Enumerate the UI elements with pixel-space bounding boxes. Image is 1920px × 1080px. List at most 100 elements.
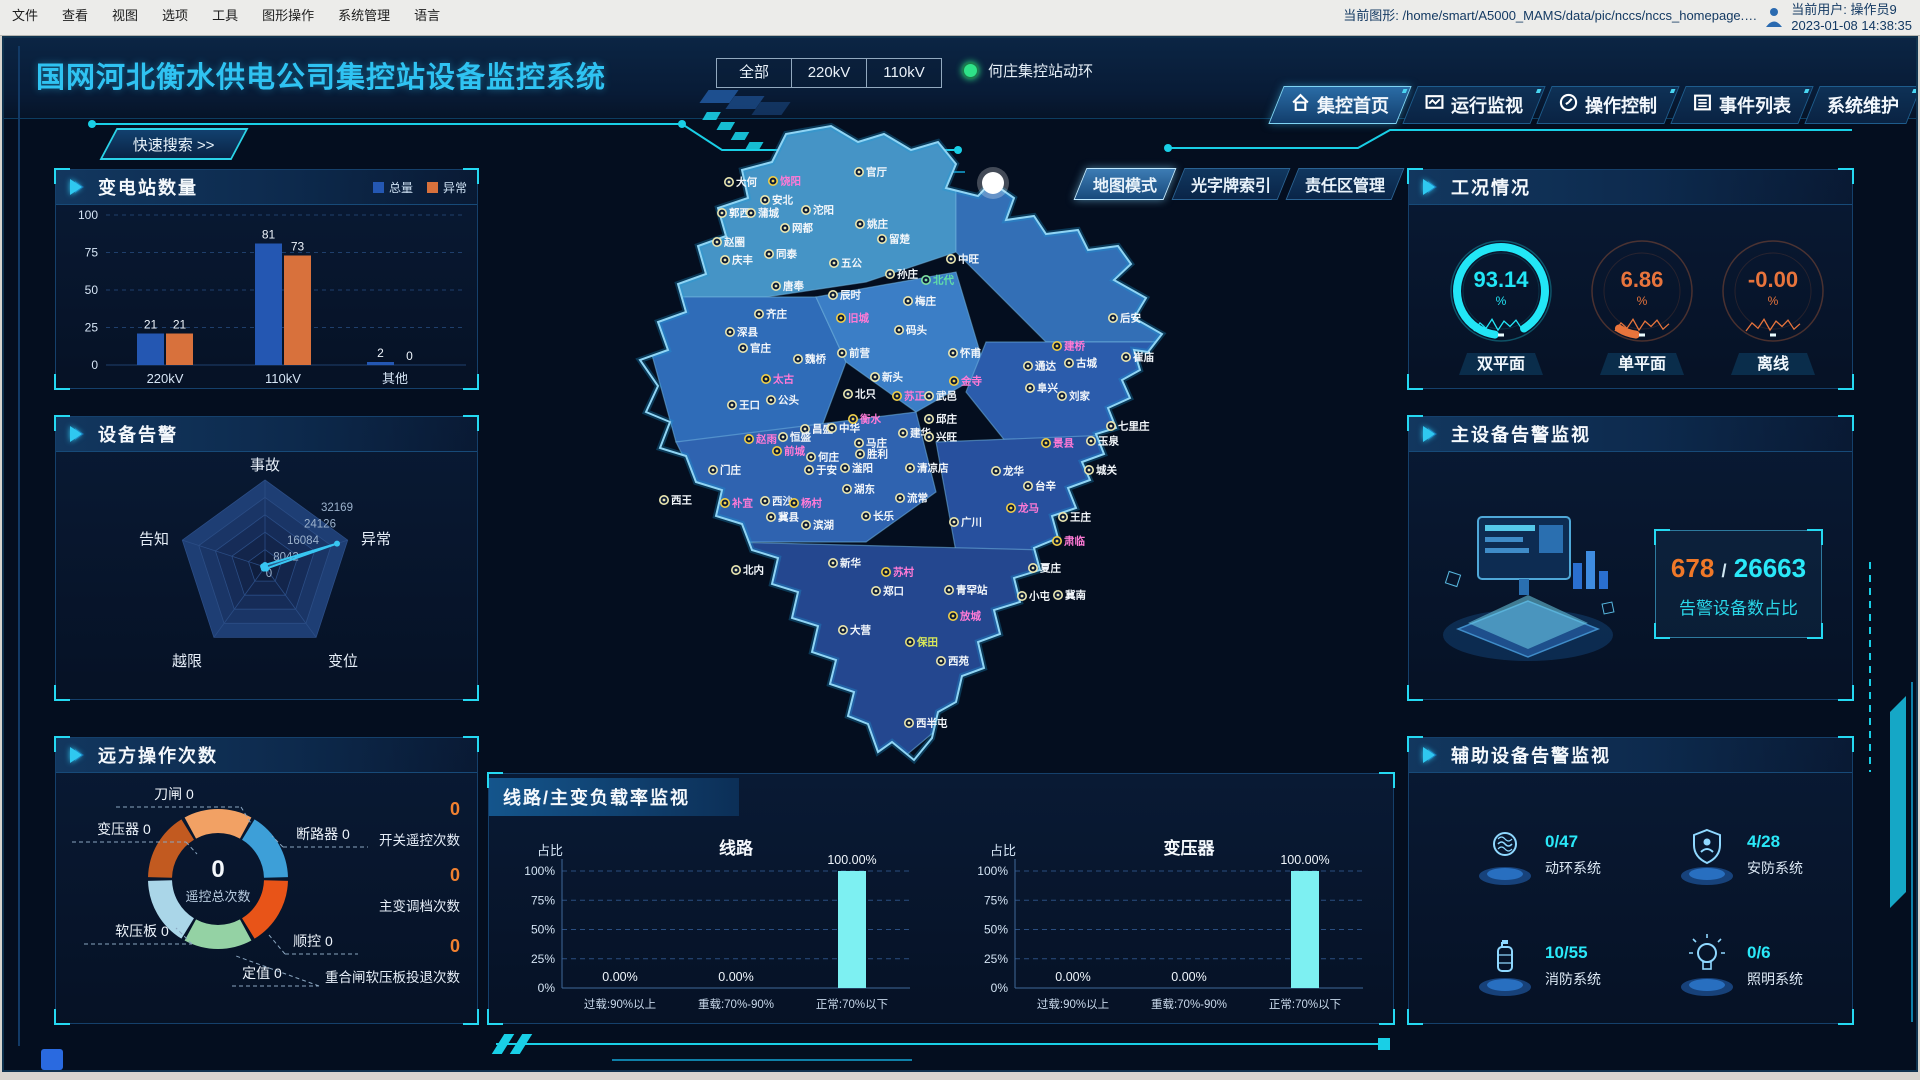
station-marker-网都[interactable]: 网都 (781, 222, 814, 235)
station-marker-玉泉[interactable]: 玉泉 (1087, 435, 1120, 448)
station-marker-西王[interactable]: 西王 (660, 495, 693, 507)
station-marker-武邑[interactable]: 武邑 (925, 390, 958, 403)
station-marker-郭西[interactable]: 郭西 (718, 207, 751, 220)
station-marker-郑口[interactable]: 郑口 (872, 585, 904, 598)
station-marker-冀县[interactable]: 冀县 (767, 511, 800, 524)
station-marker-北内[interactable]: 北内 (732, 564, 764, 577)
station-marker-同泰[interactable]: 同泰 (765, 248, 798, 261)
quick-search-button[interactable]: 快速搜索 >> (99, 128, 248, 160)
voltage-filter-110kV[interactable]: 110kV (866, 58, 942, 88)
station-marker-肃临[interactable]: 肃临 (1053, 535, 1086, 548)
station-marker-中华[interactable]: 中华 (828, 422, 861, 435)
station-marker-湖东[interactable]: 湖东 (843, 483, 876, 496)
station-marker-台辛[interactable]: 台辛 (1024, 480, 1057, 493)
voltage-filter-220kV[interactable]: 220kV (791, 58, 866, 88)
menu-item-系统管理[interactable]: 系统管理 (326, 0, 402, 29)
station-marker-怀甫[interactable]: 怀甫 (949, 347, 982, 360)
menu-item-查看[interactable]: 查看 (50, 0, 100, 29)
aux-item-动环系统[interactable]: 0/47动环系统 (1473, 818, 1653, 898)
station-marker-赵圈[interactable]: 赵圈 (713, 236, 745, 249)
station-marker-门庄[interactable]: 门庄 (709, 464, 742, 477)
station-marker-蒲城[interactable]: 蒲城 (747, 207, 780, 220)
station-marker-官厅[interactable]: 官厅 (855, 166, 888, 179)
station-marker-沱阳[interactable]: 沱阳 (802, 204, 834, 217)
station-marker-杨村[interactable]: 杨村 (790, 497, 823, 510)
station-marker-姚庄[interactable]: 姚庄 (856, 218, 889, 231)
station-marker-孙庄[interactable]: 孙庄 (886, 268, 919, 281)
menu-item-工具[interactable]: 工具 (200, 0, 250, 29)
station-marker-广川[interactable]: 广川 (950, 516, 982, 529)
station-marker-崔庙[interactable]: 崔庙 (1122, 351, 1155, 364)
station-marker-保田[interactable]: 保田 (906, 636, 938, 649)
station-marker-新华[interactable]: 新华 (829, 557, 862, 570)
station-marker-建桥[interactable]: 建桥 (1053, 340, 1086, 353)
station-marker-留楚[interactable]: 留楚 (878, 233, 911, 246)
station-marker-前城[interactable]: 前城 (773, 445, 806, 458)
menu-item-语言[interactable]: 语言 (402, 0, 452, 29)
station-marker-恒盛[interactable]: 恒盛 (779, 431, 812, 444)
station-marker-赵雨[interactable]: 赵雨 (745, 433, 778, 446)
station-marker-兴旺[interactable]: 兴旺 (925, 431, 958, 444)
station-marker-滨湖[interactable]: 滨湖 (802, 519, 834, 532)
station-marker-景县[interactable]: 景县 (1042, 437, 1075, 450)
station-marker-大何[interactable]: 大何 (725, 176, 758, 189)
station-marker-深县[interactable]: 深县 (726, 326, 759, 339)
station-marker-公头[interactable]: 公头 (767, 394, 800, 407)
station-marker-饶阳[interactable]: 饶阳 (769, 175, 801, 188)
station-marker-滏阳[interactable]: 滏阳 (841, 462, 873, 475)
menu-item-图形操作[interactable]: 图形操作 (250, 0, 326, 29)
station-marker-安北[interactable]: 安北 (761, 194, 794, 207)
station-marker-后安[interactable]: 后安 (1109, 312, 1142, 325)
station-marker-长乐[interactable]: 长乐 (862, 510, 895, 523)
station-marker-前营[interactable]: 前营 (838, 347, 871, 360)
station-marker-苏村[interactable]: 苏村 (882, 566, 915, 579)
aux-item-消防系统[interactable]: 10/55消防系统 (1473, 929, 1653, 1009)
station-marker-唐奉[interactable]: 唐奉 (772, 280, 805, 293)
station-marker-王口[interactable]: 王口 (728, 400, 760, 412)
aux-item-照明系统[interactable]: 0/6照明系统 (1675, 929, 1855, 1009)
station-marker-辰时[interactable]: 辰时 (829, 289, 862, 302)
station-marker-城关[interactable]: 城关 (1085, 464, 1118, 477)
taskbar-chip[interactable] (41, 1049, 63, 1070)
station-marker-古城[interactable]: 古城 (1065, 357, 1098, 370)
station-marker-小屯[interactable]: 小屯 (1018, 590, 1051, 603)
nav-tab-系统维护[interactable]: 系统维护 (1804, 86, 1918, 124)
nav-tab-操作控制[interactable]: 操作控制 (1536, 86, 1679, 124)
station-marker-大营[interactable]: 大营 (839, 624, 872, 637)
station-marker-补宜[interactable]: 补宜 (721, 497, 754, 510)
station-marker-中旺[interactable]: 中旺 (947, 253, 980, 266)
station-marker-西苑[interactable]: 西苑 (937, 655, 970, 668)
map-tab-地图模式[interactable]: 地图模式 (1074, 168, 1177, 200)
station-marker-新头[interactable]: 新头 (871, 371, 904, 384)
menu-item-视图[interactable]: 视图 (100, 0, 150, 29)
station-marker-五公[interactable]: 五公 (830, 258, 863, 270)
station-marker-冀南[interactable]: 冀南 (1054, 589, 1087, 602)
station-marker-刘家[interactable]: 刘家 (1058, 390, 1091, 403)
ring-station-indicator[interactable]: 何庄集控站动环 (962, 60, 1093, 81)
voltage-filter-全部[interactable]: 全部 (716, 58, 791, 88)
station-marker-龙华[interactable]: 龙华 (992, 465, 1025, 478)
map-tab-责任区管理[interactable]: 责任区管理 (1286, 168, 1405, 200)
station-marker-官庄[interactable]: 官庄 (739, 342, 772, 355)
station-marker-庆丰[interactable]: 庆丰 (721, 254, 754, 267)
nav-tab-运行监视[interactable]: 运行监视 (1402, 86, 1545, 124)
station-marker-梅庄[interactable]: 梅庄 (904, 295, 937, 308)
aux-item-安防系统[interactable]: 4/28安防系统 (1675, 818, 1855, 898)
station-marker-流常[interactable]: 流常 (896, 492, 928, 505)
menu-item-文件[interactable]: 文件 (0, 0, 50, 29)
station-marker-龙马[interactable]: 龙马 (1007, 502, 1039, 515)
station-marker-旧城[interactable]: 旧城 (837, 312, 870, 325)
station-marker-通达[interactable]: 通达 (1024, 360, 1057, 373)
station-marker-西沙[interactable]: 西沙 (761, 496, 794, 508)
station-marker-阜兴[interactable]: 阜兴 (1026, 382, 1059, 395)
station-marker-苏正[interactable]: 苏正 (893, 390, 926, 403)
station-marker-邱庄[interactable]: 邱庄 (925, 413, 958, 426)
station-marker-齐庄[interactable]: 齐庄 (755, 308, 788, 321)
station-marker-北代[interactable]: 北代 (922, 274, 955, 287)
station-marker-于安[interactable]: 于安 (805, 464, 838, 477)
menu-item-选项[interactable]: 选项 (150, 0, 200, 29)
station-marker-太古[interactable]: 太古 (762, 373, 795, 386)
station-marker-魏桥[interactable]: 魏桥 (794, 353, 827, 366)
station-marker-北只[interactable]: 北只 (844, 388, 877, 401)
map-tab-光字牌索引[interactable]: 光字牌索引 (1172, 168, 1291, 200)
